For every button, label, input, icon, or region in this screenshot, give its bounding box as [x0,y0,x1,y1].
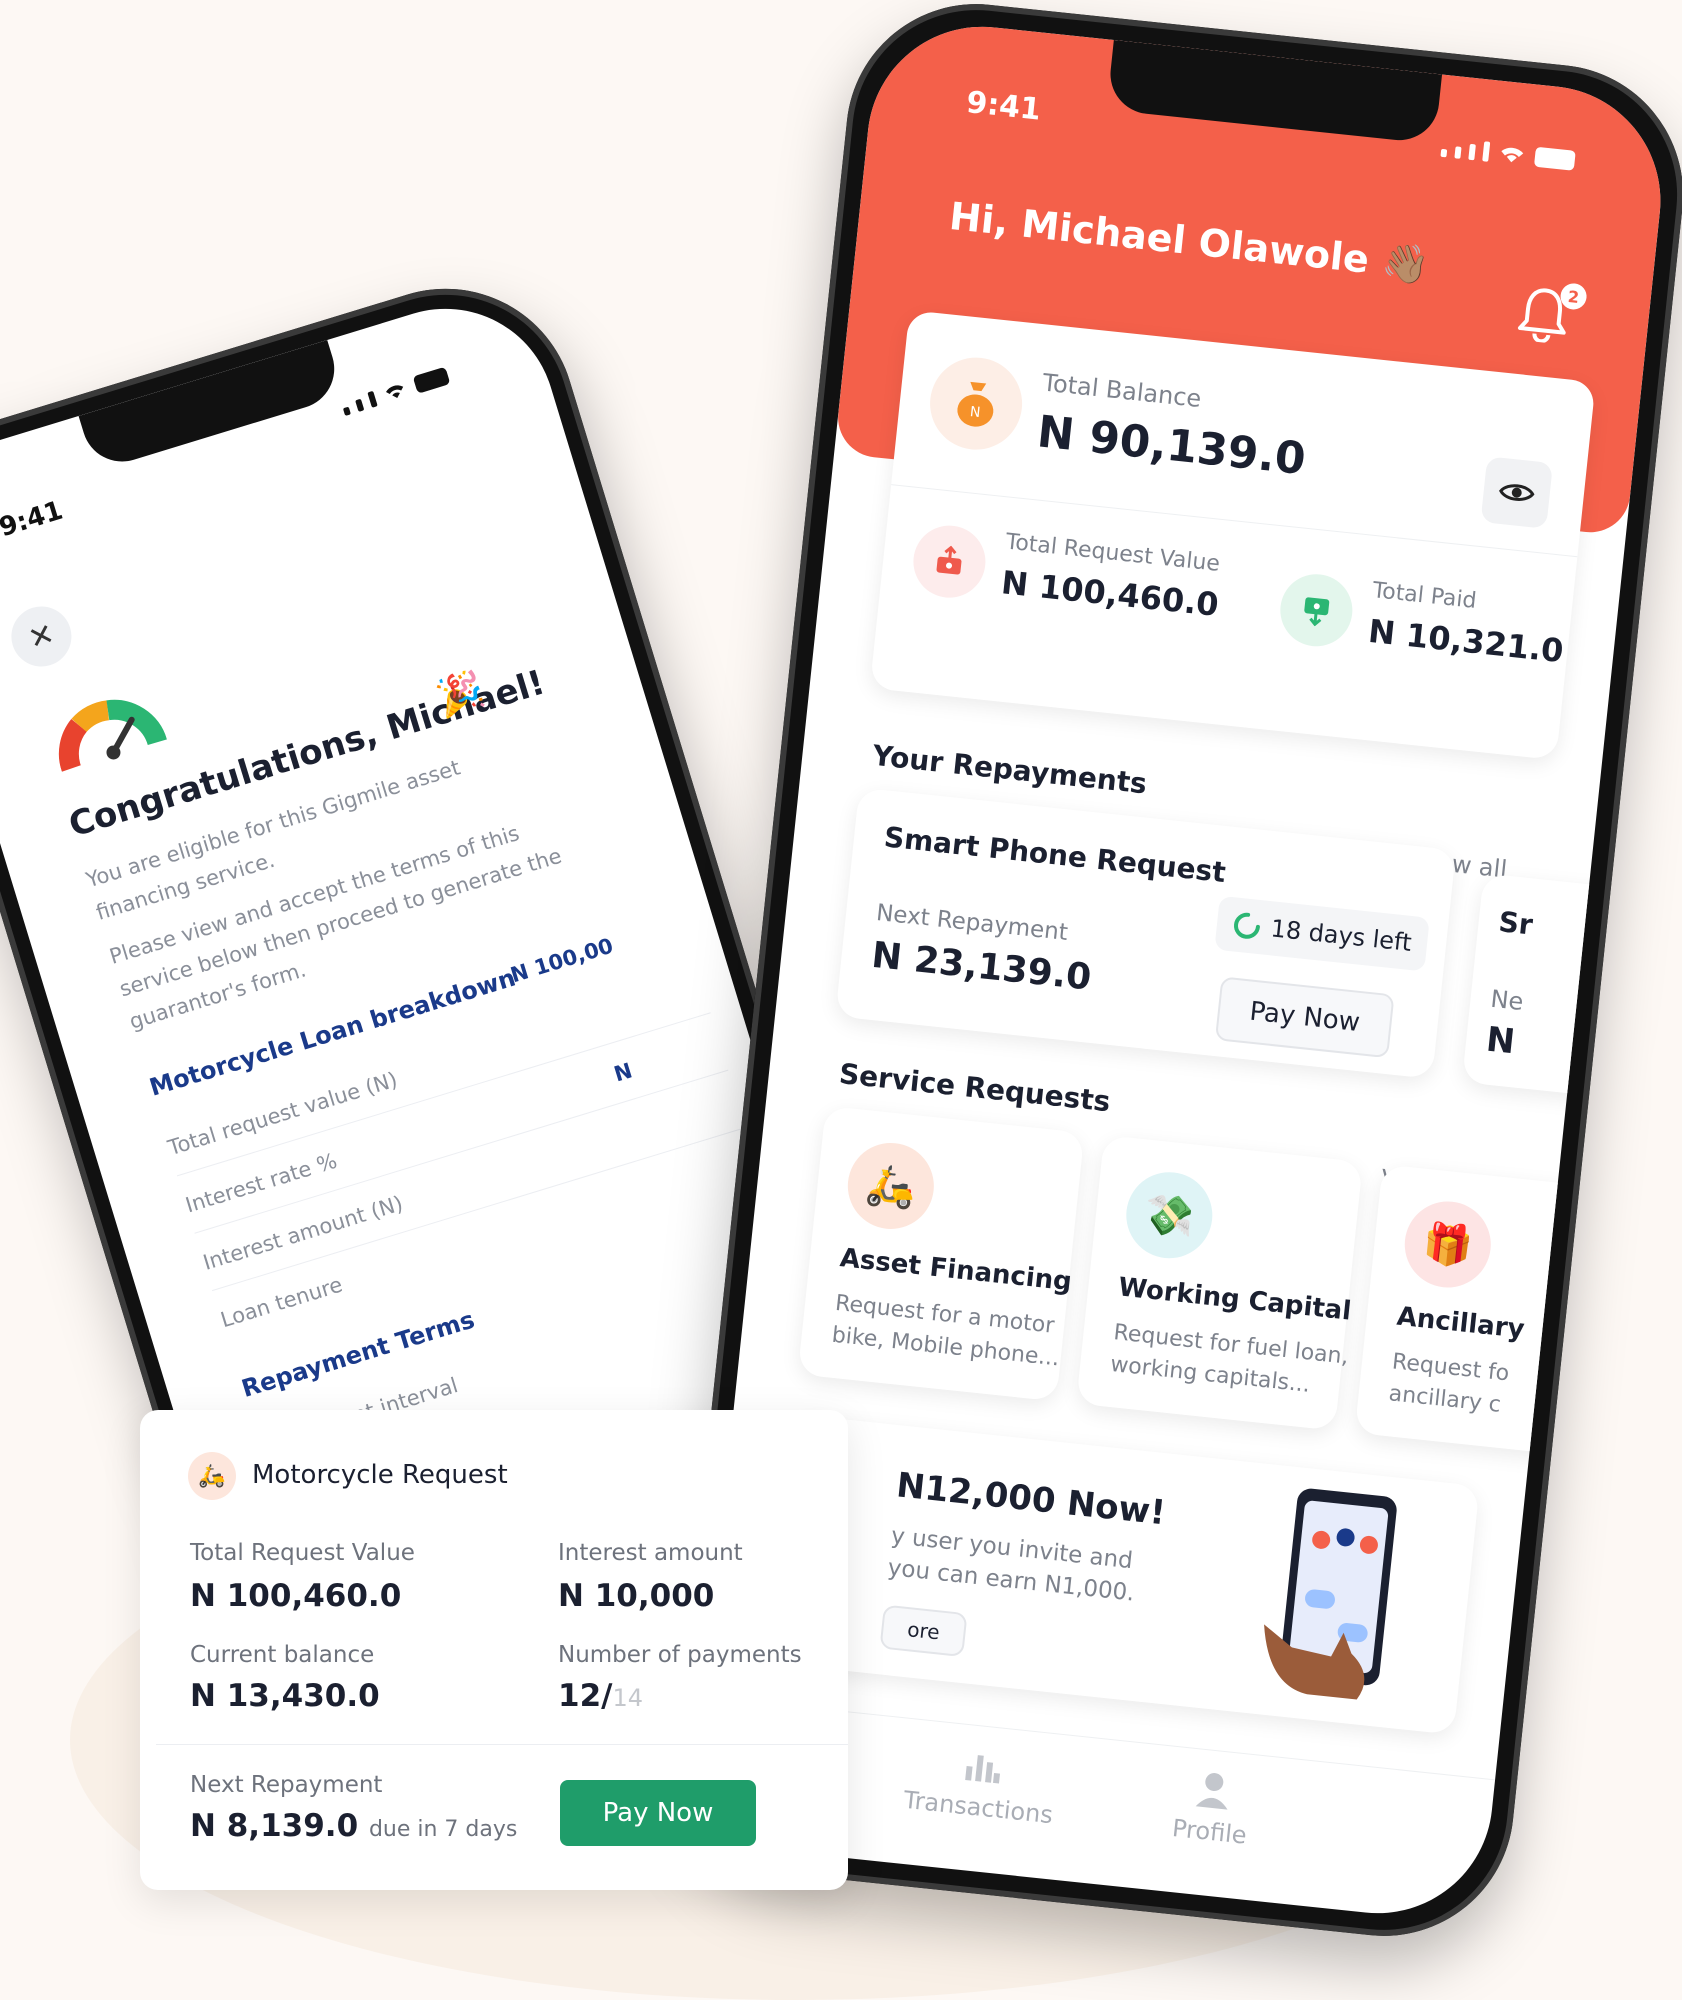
divider [176,1012,711,1177]
service-title: Asset Financing [838,1243,1074,1298]
service-working-capital[interactable]: 💸 Working Capital Request for fuel loan,… [1076,1134,1363,1431]
due-text: due in 7 days [368,1817,518,1842]
signal-bar [1482,141,1491,162]
divider [891,484,1578,558]
status-icons [339,365,451,417]
promo-title: N12,000 Now! [894,1465,1168,1534]
battery-icon [1533,146,1576,171]
total-request-value: N 100,460.0 [190,1578,402,1614]
service-title: Working Capital [1116,1272,1353,1327]
breakdown-value: N 100,00 [507,933,617,988]
total-request-label: Total Request Value [190,1540,415,1566]
user-icon [1195,1773,1228,1810]
motorcycle-icon: 🛵 [188,1452,236,1500]
money-bag-icon: N [925,353,1027,455]
eye-icon [1499,484,1535,501]
pay-now-button[interactable]: Pay Now [1214,976,1395,1059]
phone-notch [78,339,345,472]
chart-bars-icon [965,1755,1000,1784]
service-asset-financing[interactable]: 🛵 Asset Financing Request for a motor bi… [797,1105,1085,1402]
payments-value: 12/14 [558,1678,643,1714]
gift-icon: 🎁 [1400,1197,1496,1292]
service-requests-title: Service Requests [837,1057,1112,1119]
interest-label: Interest amount [558,1540,743,1566]
days-left-pill: 18 days left [1214,895,1431,972]
signal-bar [1454,146,1462,159]
row-interest-rate: Interest rate % [182,1148,340,1218]
gauge-icon [58,699,167,772]
repayments-title: Your Repayments [871,738,1149,801]
payments-total: 14 [612,1684,644,1712]
total-paid-value: N 10,321.0 [1366,611,1566,671]
toggle-balance-button[interactable] [1480,456,1554,529]
signal-bar [1468,143,1476,161]
interest-value: N 10,000 [558,1578,715,1614]
balance-label: Current balance [190,1642,375,1668]
request-card-title: Motorcycle Request [252,1460,508,1490]
tab-label: Profile [1170,1813,1248,1850]
repayment-card[interactable]: Smart Phone Request 18 days left Next Re… [835,787,1457,1079]
pay-now-button[interactable]: Pay Now [560,1780,756,1846]
repayment-peek-label: Ne [1489,984,1525,1016]
repayment-title: Smart Phone Request [882,820,1228,890]
tab-label: Transactions [902,1785,1055,1830]
total-paid-icon [1276,570,1356,650]
balance-value: N 13,430.0 [190,1678,380,1714]
next-repayment-value: N 8,139.0 [190,1808,359,1844]
total-paid-label: Total Paid [1371,578,1478,614]
wifi-icon [385,385,404,399]
status-time: 9:41 [0,495,67,544]
signal-bar [367,390,378,408]
cash-icon: 💸 [1122,1167,1217,1263]
svg-text:N: N [969,404,981,421]
service-title: Ancillary [1395,1301,1526,1345]
request-value-icon [909,522,989,602]
signal-icon [1440,148,1448,158]
row-interest-rate-value: N [611,1058,635,1087]
days-left-text: 18 days left [1269,914,1413,957]
signal-icon [342,406,351,417]
signal-bar [355,398,365,412]
phone-illustration-icon [1264,1488,1397,1700]
repayment-peek-title: Sr [1497,905,1535,942]
wifi-icon [1501,147,1524,163]
motorcycle-request-card: 🛵 Motorcycle Request Total Request Value… [140,1410,848,1890]
referral-banner[interactable]: N12,000 Now! y user you invite and you c… [767,1414,1480,1735]
tab-transactions[interactable]: Transactions [902,1738,1059,1829]
promo-more-button[interactable]: ore [879,1604,968,1658]
next-repayment-row: N 8,139.0 due in 7 days [190,1808,517,1844]
notifications-button[interactable]: 2 [1515,282,1588,350]
total-balance-label: Total Balance [1041,368,1203,414]
repayment-peek-value: N [1484,1019,1517,1063]
tab-profile[interactable]: Profile [1170,1766,1253,1850]
next-repayment-label: Next Repayment [190,1772,383,1798]
divider [194,1069,729,1234]
total-balance-value: N 90,139.0 [1034,406,1308,486]
close-button[interactable]: ✕ [3,599,79,674]
battery-icon [412,366,451,394]
motorcycle-icon: 🛵 [843,1138,939,1234]
repayment-card-peek[interactable]: Sr Ne N [1461,873,1624,1097]
divider [156,1744,848,1745]
service-ancillary[interactable]: 🎁 Ancillary Request fo ancillary c [1354,1164,1602,1456]
balance-card: N Total Balance N 90,139.0 Total Request… [869,310,1596,761]
payments-done: 12/ [558,1678,613,1714]
divider [211,1127,746,1292]
payments-label: Number of payments [558,1642,802,1668]
progress-ring-icon [1234,912,1260,939]
